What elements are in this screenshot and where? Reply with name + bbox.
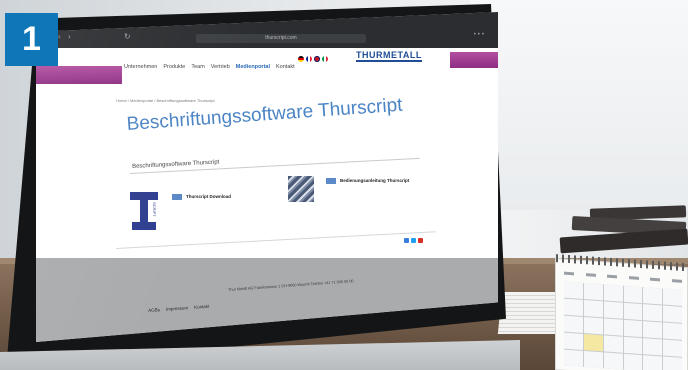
footer-link-agbs[interactable]: AGBs bbox=[148, 307, 160, 313]
paper-stack bbox=[497, 292, 563, 334]
document-icon[interactable] bbox=[326, 178, 336, 184]
nav-item-medienportal[interactable]: Medienportal bbox=[236, 64, 270, 70]
nav-item-unternehmen[interactable]: Unternehmen bbox=[124, 64, 157, 70]
back-icon[interactable]: ‹ bbox=[58, 32, 61, 41]
footer-link-kontakt[interactable]: Kontakt bbox=[194, 304, 210, 310]
social-icons bbox=[404, 238, 423, 243]
manual-link[interactable]: Bedienungsanleitung Thurscript bbox=[340, 178, 409, 183]
window-light bbox=[470, 0, 688, 210]
download-link[interactable]: Thurscript Download bbox=[186, 194, 231, 199]
desk-calendar bbox=[555, 254, 688, 370]
breadcrumb[interactable]: Home / Medienportal / Beschriftungssoftw… bbox=[116, 98, 215, 103]
reload-icon[interactable]: ↻ bbox=[124, 32, 131, 41]
main-navigation: Unternehmen Produkte Team Vertrieb Medie… bbox=[124, 64, 295, 70]
language-switcher bbox=[298, 56, 328, 62]
logo-caption: SCRIPT bbox=[152, 202, 157, 217]
calendar-grid bbox=[564, 281, 682, 370]
header-accent-left bbox=[36, 66, 122, 84]
flag-fr-icon[interactable] bbox=[306, 56, 312, 62]
step-badge: 1 bbox=[5, 13, 58, 66]
header-accent-right bbox=[450, 52, 498, 68]
facebook-icon[interactable] bbox=[404, 238, 409, 243]
twitter-icon[interactable] bbox=[411, 238, 416, 243]
nav-item-kontakt[interactable]: Kontakt bbox=[276, 64, 295, 70]
youtube-icon[interactable] bbox=[418, 238, 423, 243]
flag-it-icon[interactable] bbox=[322, 56, 328, 62]
monitor-screen: ‹ › ↻ thurscript.com ••• Unternehmen Pro… bbox=[36, 12, 498, 342]
flag-de-icon[interactable] bbox=[298, 56, 304, 62]
thurscript-logo-icon: SCRIPT bbox=[130, 192, 158, 232]
forward-icon[interactable]: › bbox=[68, 32, 71, 41]
flag-uk-icon[interactable] bbox=[314, 56, 320, 62]
site-logo[interactable]: THURMETALL bbox=[356, 50, 422, 62]
nav-item-vertrieb[interactable]: Vertrieb bbox=[211, 64, 230, 70]
manual-thumbnail-icon bbox=[288, 176, 314, 202]
address-bar[interactable]: thurscript.com bbox=[196, 34, 366, 43]
content-divider bbox=[116, 231, 436, 249]
browser-menu-icon[interactable]: ••• bbox=[474, 32, 486, 38]
download-icon[interactable] bbox=[172, 194, 182, 200]
nav-item-produkte[interactable]: Produkte bbox=[163, 64, 185, 70]
nav-item-team[interactable]: Team bbox=[191, 64, 204, 70]
